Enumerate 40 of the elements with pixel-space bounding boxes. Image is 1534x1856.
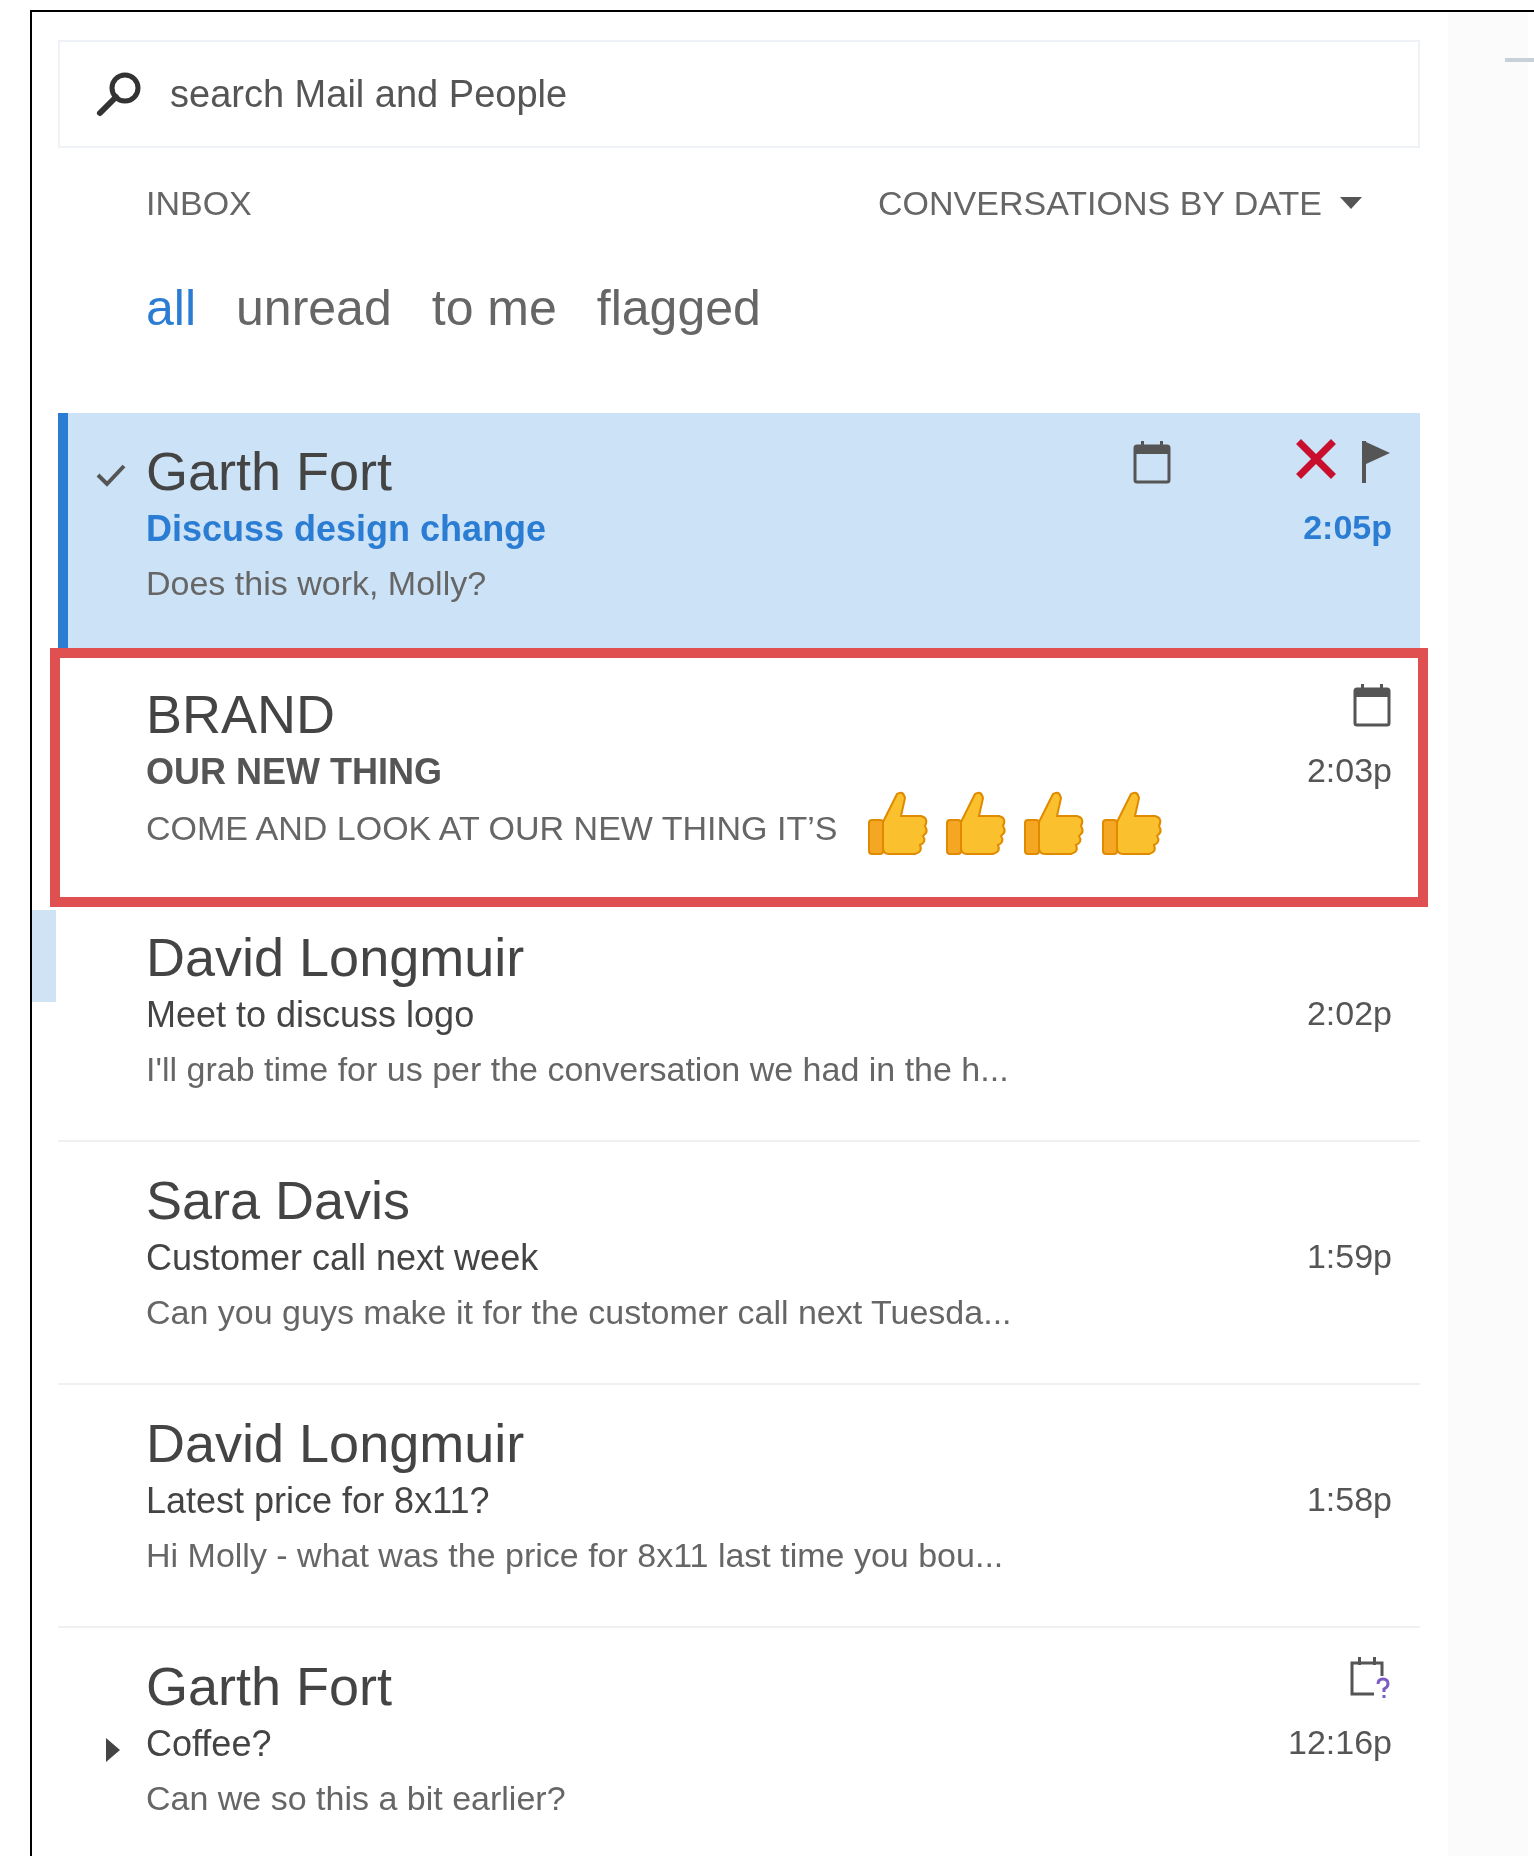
folder-label: INBOX (146, 182, 252, 224)
message-preview: COME AND LOOK AT OUR NEW THING IT’S (146, 808, 838, 849)
filter-tab[interactable]: to me (431, 270, 557, 346)
caret-icon (1340, 197, 1362, 209)
delete-icon[interactable] (1296, 439, 1336, 479)
message-time: 2:05p (1303, 507, 1392, 548)
sender-name: David Longmuir (146, 1412, 526, 1475)
calendar-question-icon[interactable] (1348, 1654, 1392, 1700)
message-subject: Discuss design change (146, 507, 548, 551)
message-subject: Customer call next week (146, 1236, 540, 1280)
message-subject: OUR NEW THING (146, 750, 443, 794)
search-field[interactable]: search Mail and People (58, 40, 1420, 148)
check-icon[interactable] (96, 463, 126, 487)
message-subject: Latest price for 8x11? (146, 1479, 491, 1523)
expand-arrow-icon[interactable] (106, 1738, 120, 1762)
filter-tab[interactable]: flagged (596, 270, 761, 346)
sender-name: BRAND (146, 683, 337, 746)
sort-dropdown[interactable]: CONVERSATIONS BY DATE (878, 177, 1362, 229)
message-time: 1:58p (1306, 1479, 1392, 1520)
message-time: 2:02p (1306, 993, 1392, 1034)
filter-tab[interactable]: unread (236, 270, 392, 346)
sender-name: Sara Davis (146, 1169, 412, 1232)
sender-name: Garth Fort (146, 1655, 394, 1718)
flag-icon[interactable] (1360, 439, 1392, 485)
sender-name: David Longmuir (146, 926, 526, 989)
filter-tab[interactable]: all (146, 270, 197, 346)
message-preview: I'll grab time for us per the conversation we had in the h... (146, 1049, 1009, 1090)
message-time: 2:03p (1306, 750, 1392, 791)
sender-name: Garth Fort (146, 440, 394, 503)
message-time: 12:16p (1288, 1722, 1392, 1763)
message-subject: Meet to discuss logo (146, 993, 476, 1037)
scroll-mark (1505, 58, 1534, 62)
message-subject: Coffee? (146, 1722, 273, 1766)
calendar-icon[interactable] (1352, 682, 1392, 728)
message-time: 1:59p (1306, 1236, 1392, 1277)
message-preview: Does this work, Molly? (146, 563, 487, 604)
calendar-icon[interactable] (1132, 439, 1172, 485)
message-preview: Hi Molly - what was the price for 8x11 last time you bou... (146, 1535, 1004, 1576)
message-preview: Can you guys make it for the customer call next Tuesda... (146, 1292, 1012, 1333)
message-preview: Can we so this a bit earlier? (146, 1778, 566, 1819)
